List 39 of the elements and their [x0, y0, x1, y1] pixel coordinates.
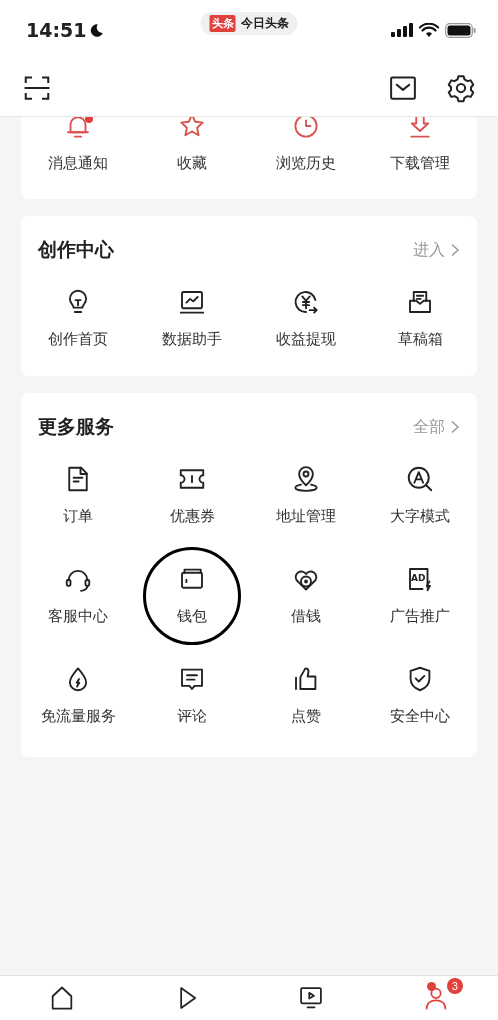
- battery-icon: [445, 22, 476, 38]
- scan-icon[interactable]: [22, 73, 52, 103]
- wifi-icon: [419, 22, 439, 38]
- status-time: 14:51: [26, 19, 105, 41]
- magnifier-letter-icon: [405, 464, 435, 494]
- service-label[interactable]: 优惠券: [169, 504, 215, 528]
- service-label[interactable]: 免流量服务: [40, 704, 116, 728]
- shortcut-label[interactable]: 消息通知: [48, 151, 108, 175]
- service-label[interactable]: 数据助手: [162, 327, 222, 351]
- shortcut-label[interactable]: 下载管理: [390, 151, 450, 175]
- moon-icon: [89, 22, 105, 38]
- count-badge: 3: [446, 978, 463, 994]
- section-title: 更多服务: [38, 414, 114, 439]
- app-logo: 头条: [209, 15, 236, 32]
- chevron-icon: [449, 243, 461, 257]
- service-label[interactable]: 点赞: [291, 704, 321, 728]
- service-label[interactable]: 大字模式: [390, 504, 450, 528]
- section-title: 创作中心: [38, 237, 114, 262]
- service-label[interactable]: 创作首页: [48, 327, 108, 351]
- icon-letters: AD: [411, 573, 426, 583]
- clock-icon: [291, 117, 321, 141]
- service-label[interactable]: 地址管理: [276, 504, 336, 528]
- chevron-icon: [449, 420, 461, 434]
- app-name: 今日头条: [240, 15, 289, 32]
- service-label[interactable]: 订单: [63, 504, 93, 528]
- settings-icon[interactable]: [446, 73, 476, 103]
- service-label[interactable]: 收益提现: [276, 327, 336, 351]
- service-label[interactable]: 钱包: [177, 604, 207, 628]
- shortcut-label[interactable]: 收藏: [177, 151, 207, 175]
- service-label[interactable]: 广告推广: [390, 604, 450, 628]
- service-label[interactable]: 客服中心: [48, 604, 108, 628]
- signal-icon: [391, 23, 413, 37]
- service-label[interactable]: 安全中心: [390, 704, 450, 728]
- service-label[interactable]: 借钱: [291, 604, 321, 628]
- nav-tab[interactable]: 3: [373, 976, 498, 1020]
- service-label[interactable]: 评论: [177, 704, 207, 728]
- service-label[interactable]: 草稿箱: [397, 327, 443, 351]
- shortcut-label[interactable]: 浏览历史: [276, 151, 336, 175]
- mail-icon[interactable]: [388, 73, 418, 103]
